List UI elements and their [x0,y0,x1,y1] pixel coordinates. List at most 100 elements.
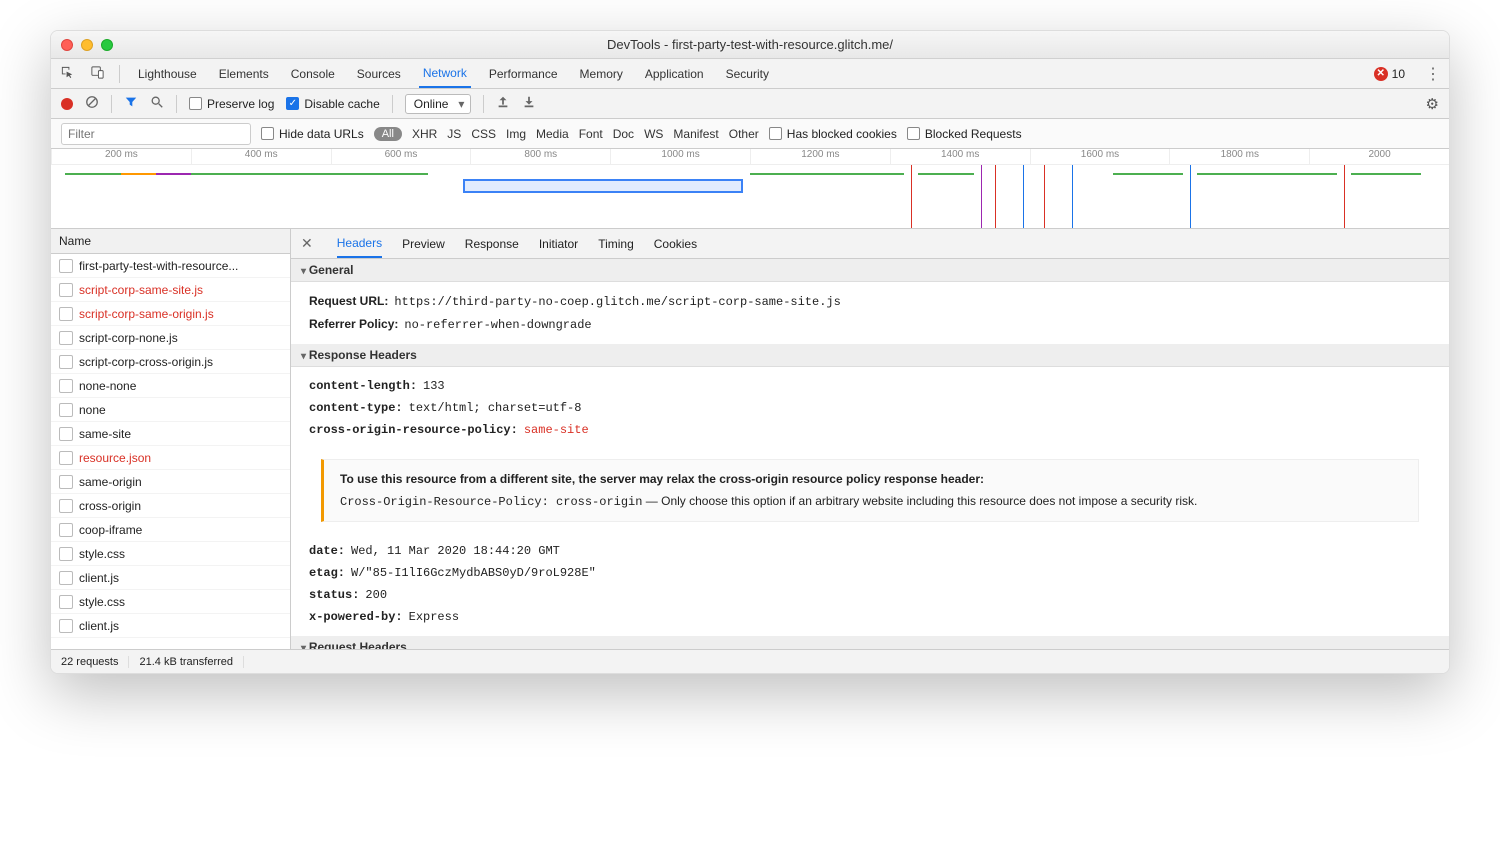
request-row[interactable]: style.css [51,542,290,566]
request-row[interactable]: script-corp-none.js [51,326,290,350]
referrer-policy-value: no-referrer-when-downgrade [404,318,591,332]
request-name: script-corp-cross-origin.js [79,355,213,369]
request-row[interactable]: same-site [51,422,290,446]
window-title: DevTools - first-party-test-with-resourc… [51,37,1449,52]
file-icon [59,475,73,489]
upload-icon[interactable] [496,95,510,112]
dtab-timing[interactable]: Timing [598,229,634,258]
status-value: 200 [365,588,387,602]
filter-type-xhr[interactable]: XHR [412,127,437,141]
dtab-cookies[interactable]: Cookies [654,229,697,258]
request-name: script-corp-same-origin.js [79,307,214,321]
timeline-selection[interactable] [463,179,743,193]
request-row[interactable]: client.js [51,614,290,638]
filter-type-doc[interactable]: Doc [613,127,634,141]
zoom-window-button[interactable] [101,39,113,51]
filter-type-js[interactable]: JS [447,127,461,141]
filter-icon[interactable] [124,95,138,112]
filter-type-other[interactable]: Other [729,127,759,141]
timeline-ticks: 200 ms 400 ms 600 ms 800 ms 1000 ms 1200… [51,149,1449,165]
date-value: Wed, 11 Mar 2020 18:44:20 GMT [351,544,560,558]
tab-security[interactable]: Security [722,59,773,88]
filter-bar: Hide data URLs All XHR JS CSS Img Media … [51,119,1449,149]
request-row[interactable]: coop-iframe [51,518,290,542]
request-row[interactable]: script-corp-same-site.js [51,278,290,302]
file-icon [59,451,73,465]
has-blocked-cookies-checkbox[interactable]: Has blocked cookies [769,127,897,141]
filter-type-ws[interactable]: WS [644,127,663,141]
tab-performance[interactable]: Performance [485,59,562,88]
request-list-rows[interactable]: first-party-test-with-resource...script-… [51,254,290,649]
tab-sources[interactable]: Sources [353,59,405,88]
request-row[interactable]: resource.json [51,446,290,470]
device-toggle-icon[interactable] [89,65,105,83]
filter-type-font[interactable]: Font [579,127,603,141]
hide-data-urls-checkbox[interactable]: Hide data URLs [261,127,364,141]
clear-icon[interactable] [85,95,99,112]
request-row[interactable]: client.js [51,566,290,590]
inspect-icon[interactable] [59,65,75,83]
corp-warning-callout: To use this resource from a different si… [321,459,1419,522]
close-details-button[interactable]: ✕ [301,235,313,252]
minimize-window-button[interactable] [81,39,93,51]
section-request-headers[interactable]: Request Headers [291,636,1449,649]
corp-value: same-site [524,423,589,437]
request-row[interactable]: cross-origin [51,494,290,518]
disable-cache-checkbox[interactable]: Disable cache [286,97,379,111]
download-icon[interactable] [522,95,536,112]
error-count: 10 [1392,67,1405,81]
checkbox-checked-icon [286,97,299,110]
request-name: cross-origin [79,499,141,513]
details-body[interactable]: General Request URL:https://third-party-… [291,259,1449,649]
separator [483,95,484,113]
close-window-button[interactable] [61,39,73,51]
section-response-headers[interactable]: Response Headers [291,344,1449,367]
request-row[interactable]: style.css [51,590,290,614]
request-row[interactable]: none [51,398,290,422]
file-icon [59,523,73,537]
request-row[interactable]: none-none [51,374,290,398]
error-count-badge[interactable]: ✕ 10 [1374,67,1405,81]
record-button[interactable] [61,98,73,110]
throttling-select[interactable]: Online [405,94,472,114]
content-length-key: content-length: [309,379,417,393]
filter-type-css[interactable]: CSS [471,127,496,141]
preserve-log-label: Preserve log [207,97,274,111]
request-row[interactable]: script-corp-same-origin.js [51,302,290,326]
traffic-lights [61,39,113,51]
dtab-response[interactable]: Response [465,229,519,258]
request-name: same-site [79,427,131,441]
filter-type-media[interactable]: Media [536,127,569,141]
filter-type-img[interactable]: Img [506,127,526,141]
section-general[interactable]: General [291,259,1449,282]
search-icon[interactable] [150,95,164,112]
tab-elements[interactable]: Elements [215,59,273,88]
tab-memory[interactable]: Memory [576,59,627,88]
request-name: client.js [79,619,119,633]
request-name: script-corp-none.js [79,331,178,345]
more-options-icon[interactable]: ⋮ [1425,64,1441,84]
settings-icon[interactable]: ⚙ [1426,95,1439,113]
tab-network[interactable]: Network [419,59,471,88]
filter-type-manifest[interactable]: Manifest [673,127,718,141]
tick: 1800 ms [1169,149,1309,164]
tab-application[interactable]: Application [641,59,708,88]
timeline-overview[interactable]: 200 ms 400 ms 600 ms 800 ms 1000 ms 1200… [51,149,1449,229]
preserve-log-checkbox[interactable]: Preserve log [189,97,274,111]
tab-lighthouse[interactable]: Lighthouse [134,59,201,88]
request-row[interactable]: first-party-test-with-resource... [51,254,290,278]
tab-console[interactable]: Console [287,59,339,88]
status-requests: 22 requests [51,656,129,668]
dtab-preview[interactable]: Preview [402,229,445,258]
dtab-headers[interactable]: Headers [337,229,382,258]
blocked-requests-checkbox[interactable]: Blocked Requests [907,127,1022,141]
request-list-header[interactable]: Name [51,229,290,254]
separator [119,65,120,83]
tick: 1200 ms [750,149,890,164]
request-row[interactable]: same-origin [51,470,290,494]
filter-type-all[interactable]: All [374,127,402,141]
devtools-tabs: Lighthouse Elements Console Sources Netw… [51,59,1449,89]
dtab-initiator[interactable]: Initiator [539,229,578,258]
request-row[interactable]: script-corp-cross-origin.js [51,350,290,374]
filter-input[interactable] [61,123,251,145]
